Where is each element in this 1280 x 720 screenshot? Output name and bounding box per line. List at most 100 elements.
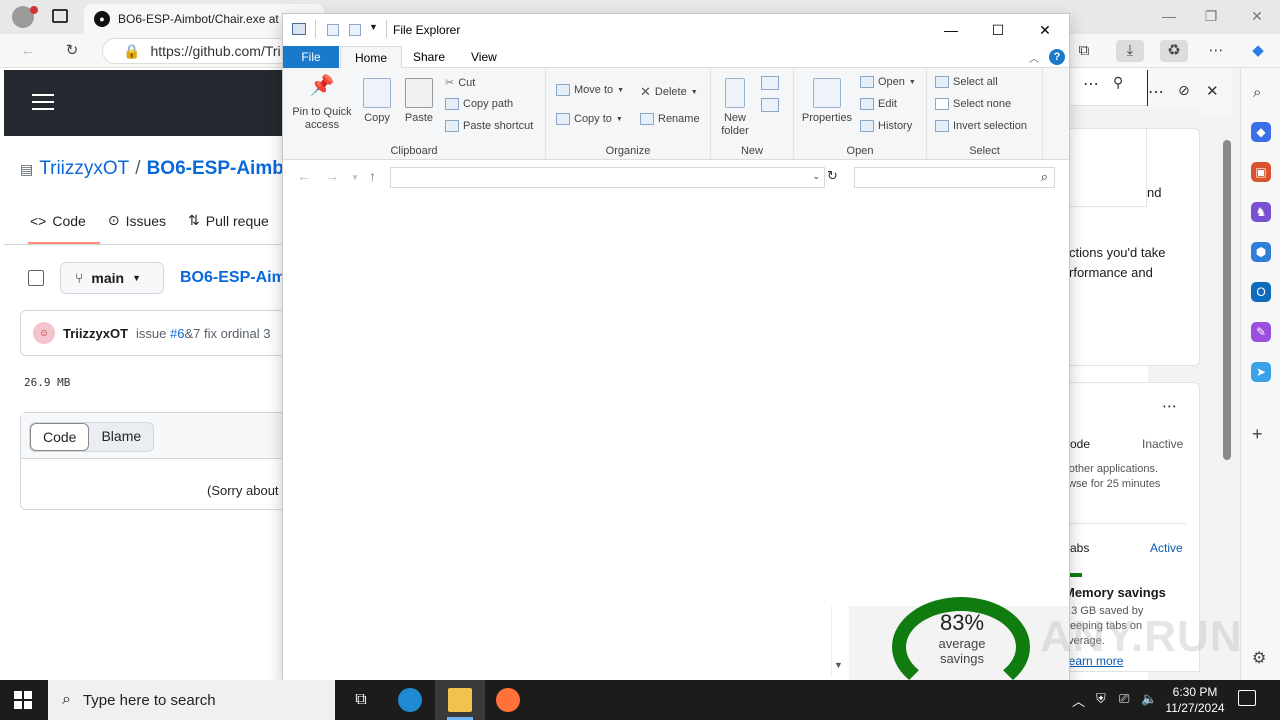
taskbar-search[interactable]: ⌕ Type here to search xyxy=(48,680,335,720)
delete-button[interactable]: ✕ Delete ▼ xyxy=(640,84,698,100)
windows-start-icon[interactable] xyxy=(14,691,32,709)
rename-button[interactable]: Rename xyxy=(640,113,700,125)
firefox-taskbar-icon[interactable] xyxy=(496,688,520,712)
copy-button[interactable]: Copy xyxy=(359,78,395,125)
commit-author-avatar[interactable]: ☺ xyxy=(33,322,55,344)
tab-share[interactable]: Share xyxy=(399,46,459,68)
close-panel-icon[interactable]: ✕ xyxy=(1206,82,1219,100)
search-icon[interactable]: ⌕ xyxy=(1253,84,1261,101)
repo-owner-link[interactable]: TriizzyxOT xyxy=(39,158,129,180)
notification-center-icon[interactable] xyxy=(1238,690,1256,706)
panel-more-icon[interactable]: ⋯ xyxy=(1083,74,1099,94)
panel-scroll-thumb[interactable] xyxy=(1223,140,1231,460)
recent-locations-icon[interactable]: ▼ xyxy=(351,173,359,182)
tabs-status[interactable]: Active xyxy=(1150,541,1183,555)
sidebar-more-icon[interactable]: ⋯ xyxy=(1148,82,1164,102)
commit-issue-link[interactable]: #6 xyxy=(170,326,184,341)
paste-button[interactable]: Paste xyxy=(401,78,437,125)
new-folder-qat-icon[interactable] xyxy=(349,24,361,36)
explorer-close-icon[interactable]: ✕ xyxy=(1029,20,1061,40)
explorer-search-box[interactable]: ⌕ xyxy=(854,167,1055,188)
drop-icon[interactable]: ➤ xyxy=(1251,362,1271,382)
view-code-button[interactable]: Code xyxy=(30,423,90,451)
efficiency-more-icon[interactable]: ⋯ xyxy=(1162,397,1177,415)
properties-qat-icon[interactable] xyxy=(327,24,339,36)
hamburger-menu-icon[interactable] xyxy=(32,94,54,110)
pin-icon[interactable]: ⚲ xyxy=(1113,74,1123,91)
explorer-forward-icon[interactable]: → xyxy=(325,168,339,184)
move-to-button[interactable]: Move to ▼ xyxy=(556,84,624,96)
tab-issues[interactable]: ⊙ Issues xyxy=(108,212,166,229)
outlook-icon[interactable]: O xyxy=(1251,282,1271,302)
easy-access-icon[interactable] xyxy=(761,98,779,112)
copy-path-button[interactable]: Copy path xyxy=(445,98,513,110)
explorer-back-icon[interactable]: ← xyxy=(297,168,311,184)
refresh-icon[interactable]: ↻ xyxy=(60,40,84,62)
tab-code[interactable]: <> Code xyxy=(30,212,86,229)
downloads-icon[interactable]: ⤓ xyxy=(1116,40,1144,62)
properties-button[interactable]: Properties xyxy=(798,78,856,125)
collections-icon[interactable]: ⧉ xyxy=(1072,40,1096,62)
breadcrumb-repo-link[interactable]: BO6-ESP-Aimb xyxy=(180,269,296,287)
taskbar-clock[interactable]: 6:30 PM 11/27/2024 xyxy=(1160,684,1230,716)
edit-button[interactable]: Edit xyxy=(860,98,897,110)
close-window-icon[interactable]: ✕ xyxy=(1242,6,1272,26)
file-tree-toggle-icon[interactable] xyxy=(28,270,44,286)
settings-gear-icon[interactable]: ⚙ xyxy=(1252,648,1266,668)
select-all-button[interactable]: Select all xyxy=(935,76,998,88)
microsoft-365-icon[interactable]: ⬢ xyxy=(1251,242,1271,262)
collapse-ribbon-icon[interactable]: ︿ xyxy=(1029,50,1039,65)
add-sidebar-icon[interactable]: + xyxy=(1252,424,1263,445)
file-explorer-taskbar-icon[interactable] xyxy=(448,688,472,712)
tools-icon[interactable]: ▣ xyxy=(1251,162,1271,182)
tray-overflow-icon[interactable]: ︿ xyxy=(1072,691,1085,710)
branch-selector[interactable]: ⑂ main ▼ xyxy=(60,262,164,294)
open-button[interactable]: Open ▼ xyxy=(860,76,916,88)
tab-pull-requests[interactable]: ⇅ Pull reque xyxy=(188,212,269,229)
volume-icon[interactable]: 🔈 xyxy=(1141,691,1157,707)
help-icon[interactable]: ? xyxy=(1049,49,1065,65)
cut-button[interactable]: ✂ Cut xyxy=(445,76,475,90)
pin-quick-access-button[interactable]: 📌 Pin to Quick access xyxy=(289,76,355,132)
new-item-icon[interactable] xyxy=(761,76,779,90)
more-menu-icon[interactable]: ⋯ xyxy=(1204,40,1228,62)
explorer-minimize-icon[interactable]: — xyxy=(935,20,967,40)
explorer-address-bar[interactable]: ⌄ xyxy=(390,167,825,188)
tab-file[interactable]: File xyxy=(283,46,339,68)
restore-icon[interactable]: ❐ xyxy=(1196,6,1226,26)
select-none-button[interactable]: Select none xyxy=(935,98,1011,110)
tab-home[interactable]: Home xyxy=(340,46,403,68)
minimize-icon[interactable]: — xyxy=(1154,6,1184,26)
tab-actions-icon[interactable] xyxy=(52,9,68,23)
edge-taskbar-icon[interactable] xyxy=(398,688,422,712)
paste-shortcut-button[interactable]: Paste shortcut xyxy=(445,120,533,132)
invert-selection-button[interactable]: Invert selection xyxy=(935,120,1027,132)
shopping-icon[interactable]: ◆ xyxy=(1251,122,1271,142)
designer-icon[interactable]: ✎ xyxy=(1251,322,1271,342)
rename-icon xyxy=(640,113,654,125)
explorer-refresh-icon[interactable]: ↻ xyxy=(827,168,838,184)
address-dropdown-icon[interactable]: ⌄ xyxy=(812,171,820,182)
tab-view[interactable]: View xyxy=(457,46,511,68)
repo-name-link[interactable]: BO6-ESP-Aimb xyxy=(147,158,284,180)
memory-savings-title: Memory savings xyxy=(1064,585,1166,600)
copy-to-button[interactable]: Copy to ▼ xyxy=(556,113,623,125)
back-icon[interactable]: ← xyxy=(16,40,40,62)
up-folder-icon[interactable]: ↑ xyxy=(369,168,376,184)
tray-security-icon[interactable]: ⛨ xyxy=(1096,691,1106,707)
view-blame-button[interactable]: Blame xyxy=(89,423,153,451)
mode-status[interactable]: Inactive xyxy=(1142,437,1183,451)
unpin-icon[interactable]: ⊘ xyxy=(1178,82,1190,99)
explorer-maximize-icon[interactable]: ☐ xyxy=(982,20,1014,40)
history-button[interactable]: History xyxy=(860,120,912,132)
scroll-down-icon[interactable]: ▼ xyxy=(834,660,843,670)
qat-dropdown-icon[interactable]: ▼ xyxy=(369,22,378,32)
commit-author[interactable]: TriizzyxOT xyxy=(63,326,128,341)
games-icon[interactable]: ♞ xyxy=(1251,202,1271,222)
explorer-scrollbar[interactable]: ▼ xyxy=(831,606,847,676)
task-view-icon[interactable]: ⧉ xyxy=(348,688,374,712)
performance-icon[interactable]: ♻ xyxy=(1160,40,1188,62)
network-icon[interactable]: ⎚ xyxy=(1119,691,1129,707)
copilot-icon[interactable]: ◆ xyxy=(1246,40,1270,62)
new-folder-button[interactable]: New folder xyxy=(715,78,755,138)
